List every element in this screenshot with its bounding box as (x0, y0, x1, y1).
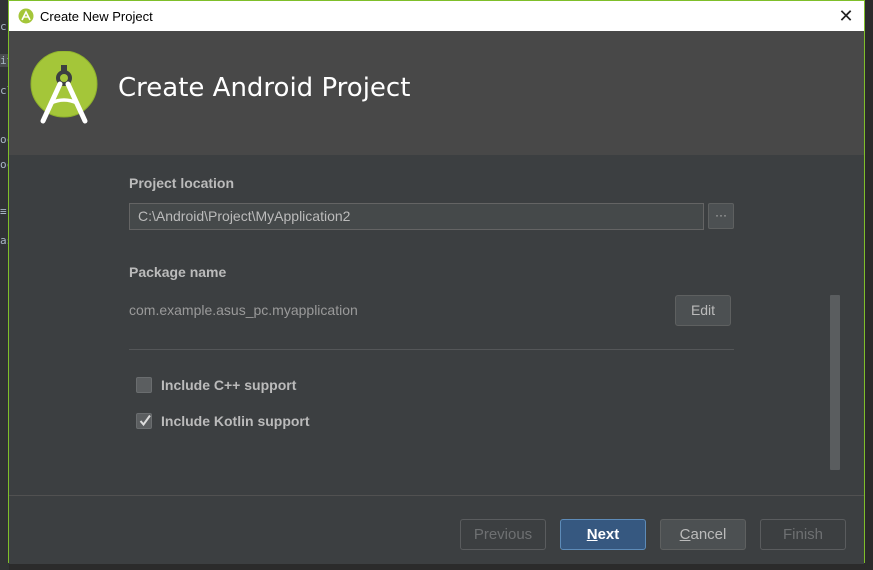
kotlin-support-label[interactable]: Include Kotlin support (161, 413, 310, 429)
page-title: Create Android Project (118, 73, 411, 103)
title-bar[interactable]: Create New Project ✕ (9, 1, 864, 31)
create-project-dialog: Create New Project ✕ Create Android Proj… (8, 0, 865, 564)
divider (129, 349, 734, 350)
android-studio-icon (18, 8, 34, 24)
next-button[interactable]: Next (560, 519, 646, 550)
cancel-mnemonic: C (679, 526, 691, 543)
dialog-header: Create Android Project (9, 31, 864, 155)
project-location-label: Project location (129, 175, 235, 191)
form-content: Project location C:\Android\Project\MyAp… (9, 155, 864, 495)
next-label-rest: ext (597, 526, 620, 543)
package-name-value: com.example.asus_pc.myapplication (129, 302, 358, 318)
next-mnemonic: N (586, 526, 598, 543)
edit-package-button[interactable]: Edit (675, 295, 731, 326)
window-title: Create New Project (40, 8, 153, 24)
kotlin-support-option[interactable]: Include Kotlin support (136, 413, 310, 429)
dialog-footer: Previous Next Cancel Finish (9, 495, 864, 564)
kotlin-support-checkbox[interactable] (136, 413, 152, 429)
finish-button[interactable]: Finish (760, 519, 846, 550)
package-name-label: Package name (129, 264, 227, 280)
cancel-label-rest: ancel (690, 526, 727, 543)
previous-button[interactable]: Previous (460, 519, 546, 550)
cpp-support-label[interactable]: Include C++ support (161, 377, 296, 393)
checkmark-icon (139, 414, 151, 427)
cpp-support-option[interactable]: Include C++ support (136, 377, 296, 393)
browse-button[interactable]: ··· (708, 203, 734, 229)
cpp-support-checkbox[interactable] (136, 377, 152, 393)
project-location-input[interactable]: C:\Android\Project\MyApplication2 (129, 203, 704, 230)
android-studio-logo (29, 50, 99, 129)
close-icon[interactable]: ✕ (834, 4, 858, 28)
vertical-scrollbar[interactable] (830, 295, 840, 470)
cancel-button[interactable]: Cancel (660, 519, 746, 550)
